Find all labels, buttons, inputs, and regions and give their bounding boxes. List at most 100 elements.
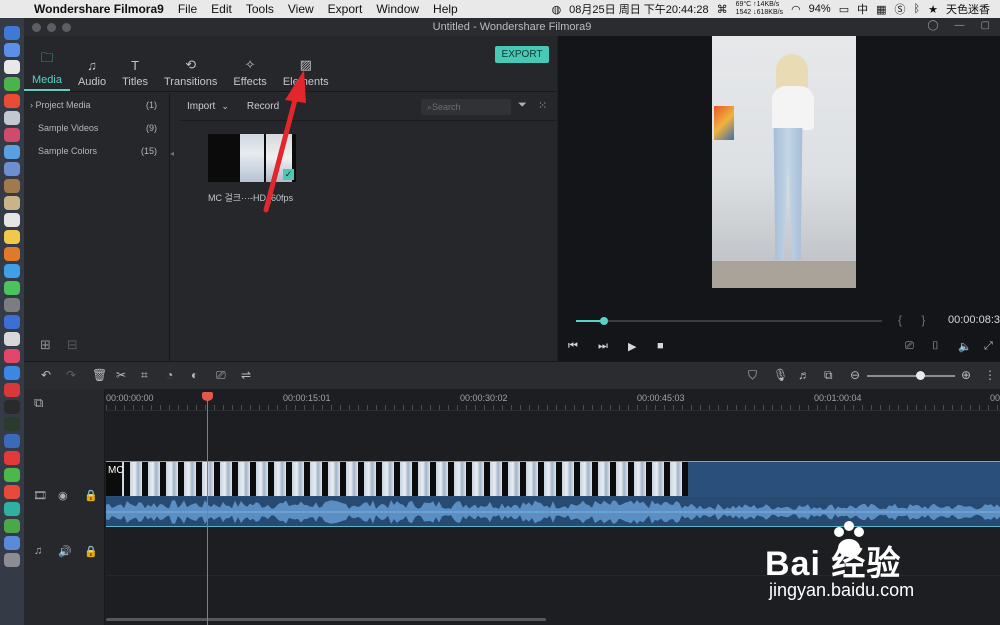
bluetooth-icon[interactable]: ᛒ bbox=[914, 3, 921, 15]
app-icon[interactable] bbox=[4, 485, 20, 499]
color-icon[interactable]: ◐ bbox=[191, 368, 198, 382]
app-icon[interactable] bbox=[4, 315, 20, 329]
app-name-menu[interactable]: Wondershare Filmora9 bbox=[34, 2, 164, 16]
menu-view[interactable]: View bbox=[288, 2, 314, 16]
app-icon[interactable] bbox=[4, 264, 20, 278]
sidebar-item-sample-colors[interactable]: Sample Colors (15) bbox=[24, 139, 169, 162]
folder-icon[interactable] bbox=[4, 536, 20, 550]
app-icon[interactable] bbox=[4, 451, 20, 465]
control-icon[interactable]: ⌘ bbox=[717, 3, 728, 16]
maximize-icon[interactable]: ▢ bbox=[981, 20, 990, 31]
fullscreen-icon[interactable]: ⤢ bbox=[984, 340, 993, 353]
activity-icon[interactable] bbox=[4, 417, 20, 431]
cut-icon[interactable]: ✂ bbox=[116, 368, 126, 382]
menu-edit[interactable]: Edit bbox=[211, 2, 232, 16]
video-clip[interactable]: MC bbox=[106, 462, 688, 496]
app-icon[interactable] bbox=[4, 519, 20, 533]
crop-icon[interactable]: ⌗ bbox=[141, 368, 148, 383]
battery-percent[interactable]: 94% bbox=[809, 3, 831, 15]
stop-icon[interactable]: ■ bbox=[657, 340, 664, 352]
export-button[interactable]: EXPORT bbox=[495, 46, 549, 63]
marker-icon[interactable]: ⛉ bbox=[748, 368, 757, 383]
new-folder-icon[interactable]: ⊞ bbox=[40, 337, 51, 353]
net-monitor[interactable]: 69°C ↑14KB/s 1542 ↓618KB/s bbox=[736, 1, 783, 17]
delete-icon[interactable]: 🗑 bbox=[92, 368, 107, 382]
menu-window[interactable]: Window bbox=[376, 2, 419, 16]
speed-icon[interactable]: ◔ bbox=[166, 368, 173, 382]
trash-icon[interactable] bbox=[4, 553, 20, 567]
preview-scrub-bar[interactable] bbox=[576, 317, 882, 325]
play-icon[interactable]: ▶ bbox=[628, 340, 636, 353]
search-input[interactable]: ⌕ Search bbox=[421, 99, 511, 115]
app-icon[interactable] bbox=[4, 468, 20, 482]
wechat-icon[interactable] bbox=[4, 281, 20, 295]
menu-file[interactable]: File bbox=[178, 2, 197, 16]
app-icon[interactable] bbox=[4, 332, 20, 346]
minimize-icon[interactable]: — bbox=[955, 20, 965, 31]
tab-effects[interactable]: ✧ Effects bbox=[225, 57, 274, 91]
filter-icon[interactable]: ⏷ bbox=[518, 99, 527, 112]
tab-transitions[interactable]: ⟲ Transitions bbox=[156, 57, 225, 91]
step-forward-icon[interactable]: ⏭ bbox=[598, 340, 608, 353]
display-settings-icon[interactable]: ⎚ bbox=[905, 340, 914, 353]
zoom-out-icon[interactable]: ⊖ bbox=[850, 368, 860, 382]
chrome-icon[interactable] bbox=[4, 94, 20, 108]
speaker-icon[interactable]: 🔊 bbox=[58, 545, 72, 558]
menubar-clock[interactable]: 08月25日 周日 下午20:44:28 bbox=[569, 1, 708, 17]
snapshot-icon[interactable]: ⌷ bbox=[932, 340, 939, 353]
app-icon[interactable] bbox=[4, 162, 20, 176]
delete-folder-icon[interactable]: ⊟ bbox=[67, 337, 78, 353]
horizontal-scrollbar[interactable] bbox=[106, 618, 546, 621]
android-icon[interactable] bbox=[4, 77, 20, 91]
app-icon[interactable] bbox=[4, 179, 20, 193]
sidebar-item-project-media[interactable]: › Project Media (1) bbox=[24, 93, 169, 116]
app-icon[interactable] bbox=[4, 128, 20, 142]
tab-media[interactable]: 🗀 Media bbox=[24, 49, 70, 91]
app-icon[interactable] bbox=[4, 349, 20, 363]
input-method[interactable]: 中 bbox=[857, 1, 868, 17]
skip-back-icon[interactable]: ⏮ bbox=[568, 340, 578, 353]
voiceover-icon[interactable]: ♬ bbox=[798, 368, 810, 382]
grid-view-icon[interactable]: ⁙ bbox=[538, 99, 547, 112]
s-app-icon[interactable]: Ⓢ bbox=[895, 1, 906, 17]
grid-icon[interactable]: ▦ bbox=[876, 3, 886, 16]
tab-titles[interactable]: T Titles bbox=[114, 58, 156, 91]
zoom-in-icon[interactable]: ⊕ bbox=[961, 368, 971, 382]
wifi-icon[interactable]: ◠ bbox=[791, 3, 801, 16]
undo-icon[interactable]: ↶ bbox=[41, 368, 51, 382]
filmora-icon[interactable] bbox=[4, 502, 20, 516]
app-icon[interactable] bbox=[4, 111, 20, 125]
app-icon[interactable] bbox=[4, 213, 20, 227]
import-button[interactable]: Import bbox=[187, 101, 215, 112]
app-icon[interactable] bbox=[4, 298, 20, 312]
microphone-icon[interactable]: 🎙 bbox=[773, 368, 788, 382]
zoom-slider-handle[interactable] bbox=[916, 371, 925, 380]
lock-icon[interactable]: 🔒 bbox=[84, 545, 98, 558]
scrub-handle[interactable] bbox=[599, 317, 608, 325]
green-screen-icon[interactable]: ⎚ bbox=[216, 368, 226, 383]
terminal-icon[interactable] bbox=[4, 400, 20, 414]
finder-icon[interactable] bbox=[4, 26, 20, 40]
star-icon[interactable]: ★ bbox=[928, 3, 938, 16]
redo-icon[interactable]: ↷ bbox=[66, 368, 76, 382]
tab-audio[interactable]: ♫ Audio bbox=[70, 58, 114, 91]
chevron-down-icon[interactable]: ⌄ bbox=[221, 101, 229, 112]
app-icon[interactable] bbox=[4, 383, 20, 397]
zoom-slider-track[interactable] bbox=[867, 375, 955, 377]
menu-export[interactable]: Export bbox=[328, 2, 363, 16]
lock-icon[interactable]: 🔒 bbox=[84, 489, 98, 502]
globe-icon[interactable]: ◍ bbox=[552, 3, 562, 16]
tab-elements[interactable]: ▨ Elements bbox=[275, 57, 337, 91]
time-ruler[interactable]: 00:00:00:00 00:00:15:01 00:00:30:02 00:0… bbox=[106, 389, 1000, 411]
mark-in-out-icon[interactable]: { } bbox=[898, 313, 933, 327]
volume-icon[interactable]: 🔈 bbox=[958, 340, 972, 353]
safari-icon[interactable] bbox=[4, 60, 20, 74]
collapse-sidebar-icon[interactable]: ◂ bbox=[170, 149, 174, 158]
account-icon[interactable]: ◯ bbox=[927, 20, 938, 31]
render-icon[interactable]: ⧉ bbox=[824, 368, 833, 383]
app-icon[interactable] bbox=[4, 247, 20, 261]
menu-help[interactable]: Help bbox=[433, 2, 458, 16]
panel-handle-icon[interactable]: ⋮ bbox=[984, 368, 996, 382]
add-track-icon[interactable]: ⧉ bbox=[34, 395, 43, 411]
playhead[interactable] bbox=[207, 399, 208, 625]
